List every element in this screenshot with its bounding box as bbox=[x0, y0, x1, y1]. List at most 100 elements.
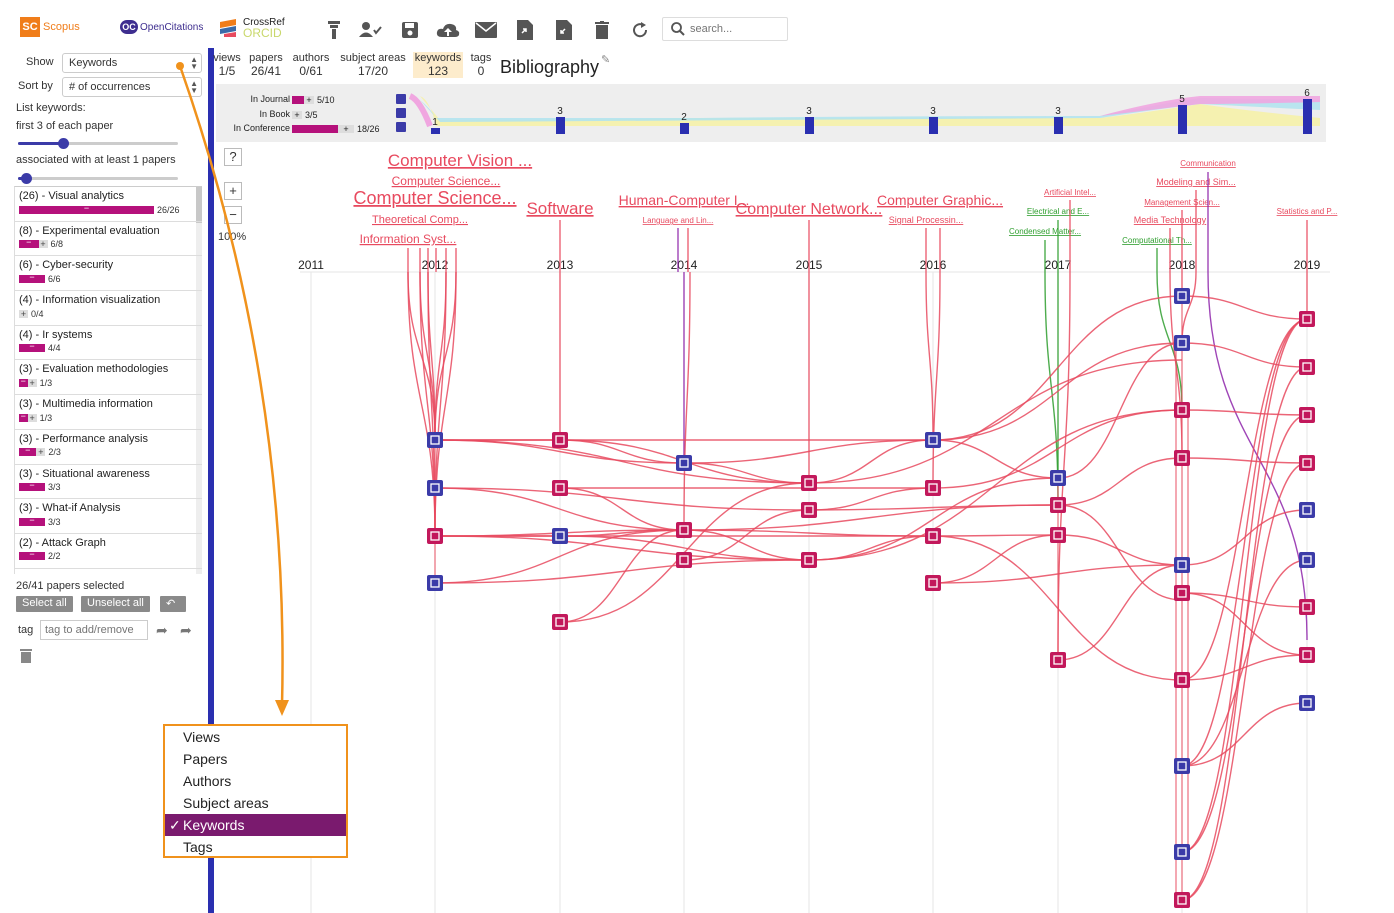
paper-node[interactable] bbox=[1299, 552, 1315, 568]
paper-node[interactable] bbox=[552, 432, 568, 448]
subject-area-label[interactable]: Computer Science... bbox=[353, 188, 516, 208]
dropdown-option-papers[interactable]: Papers bbox=[165, 748, 346, 770]
paper-node[interactable] bbox=[1050, 652, 1066, 668]
paper-node[interactable] bbox=[1299, 359, 1315, 375]
subject-area-label[interactable]: Language and Lin... bbox=[643, 216, 714, 225]
subject-area-label[interactable]: Computer Graphic... bbox=[877, 192, 1003, 208]
citation-link bbox=[932, 534, 1059, 584]
citation-link bbox=[932, 439, 1059, 479]
paper-node[interactable] bbox=[1299, 599, 1315, 615]
citation-link bbox=[683, 509, 810, 561]
citation-link bbox=[808, 487, 934, 511]
pubtype-icon bbox=[396, 122, 406, 132]
paper-node[interactable] bbox=[427, 432, 443, 448]
subject-area-label[interactable]: Signal Processin... bbox=[889, 215, 964, 225]
paper-node[interactable] bbox=[1174, 450, 1190, 466]
year-count-label: 5 bbox=[1179, 94, 1185, 105]
subject-area-label[interactable]: Computer Science... bbox=[392, 174, 501, 188]
year-label: 2014 bbox=[671, 258, 698, 272]
paper-node[interactable] bbox=[1299, 311, 1315, 327]
paper-node[interactable] bbox=[1299, 695, 1315, 711]
subject-area-label[interactable]: Communication bbox=[1180, 159, 1236, 168]
paper-node[interactable] bbox=[1299, 502, 1315, 518]
citation-link bbox=[1181, 319, 1308, 681]
dropdown-option-label: Keywords bbox=[183, 817, 245, 833]
paper-node[interactable] bbox=[1174, 585, 1190, 601]
subject-link bbox=[1181, 271, 1197, 344]
paper-node[interactable] bbox=[1050, 527, 1066, 543]
paper-node[interactable] bbox=[676, 552, 692, 568]
paper-node[interactable] bbox=[427, 528, 443, 544]
subject-area-label[interactable]: Software bbox=[526, 199, 593, 218]
subject-area-label[interactable]: Modeling and Sim... bbox=[1156, 177, 1236, 187]
year-count-bar[interactable] bbox=[680, 123, 689, 134]
citation-link bbox=[808, 409, 1183, 561]
dropdown-option-label: Papers bbox=[183, 751, 228, 767]
paper-node[interactable] bbox=[552, 480, 568, 496]
dropdown-option-label: Authors bbox=[183, 773, 232, 789]
paper-node[interactable] bbox=[801, 475, 817, 491]
citation-link bbox=[1057, 504, 1183, 601]
dropdown-option-authors[interactable]: Authors bbox=[165, 770, 346, 792]
subject-area-label[interactable]: Computational Th... bbox=[1122, 236, 1192, 245]
callout-arrow-start bbox=[176, 62, 184, 70]
subject-area-label[interactable]: Information Syst... bbox=[360, 232, 457, 246]
paper-node[interactable] bbox=[1050, 497, 1066, 513]
paper-node[interactable] bbox=[925, 480, 941, 496]
subject-area-label[interactable]: Human-Computer I... bbox=[619, 192, 750, 208]
paper-node[interactable] bbox=[676, 455, 692, 471]
year-count-label: 3 bbox=[1055, 106, 1061, 117]
paper-node[interactable] bbox=[1174, 335, 1190, 351]
subject-area-label[interactable]: Computer Network... bbox=[736, 201, 883, 218]
paper-node[interactable] bbox=[925, 575, 941, 591]
year-count-label: 2 bbox=[681, 112, 687, 123]
paper-node[interactable] bbox=[801, 552, 817, 568]
subject-link bbox=[683, 271, 691, 531]
year-count-bar[interactable] bbox=[1178, 105, 1187, 134]
dropdown-option-views[interactable]: Views bbox=[165, 726, 346, 748]
paper-node[interactable] bbox=[1174, 402, 1190, 418]
citation-link bbox=[434, 439, 810, 484]
dropdown-option-subject-areas[interactable]: Subject areas bbox=[165, 792, 346, 814]
year-count-label: 3 bbox=[557, 106, 563, 117]
year-count-bar[interactable] bbox=[556, 117, 565, 134]
paper-node[interactable] bbox=[1174, 557, 1190, 573]
citation-link bbox=[1181, 342, 1308, 368]
dropdown-option-tags[interactable]: Tags bbox=[165, 836, 346, 858]
paper-node[interactable] bbox=[552, 528, 568, 544]
paper-node[interactable] bbox=[801, 502, 817, 518]
dropdown-option-label: Subject areas bbox=[183, 795, 269, 811]
year-count-bar[interactable] bbox=[1054, 117, 1063, 134]
citation-link bbox=[1057, 564, 1183, 661]
dropdown-option-keywords[interactable]: ✓ Keywords bbox=[165, 814, 346, 836]
year-label: 2016 bbox=[920, 258, 947, 272]
paper-node[interactable] bbox=[427, 575, 443, 591]
citation-link bbox=[683, 462, 810, 484]
paper-node[interactable] bbox=[1174, 844, 1190, 860]
paper-node[interactable] bbox=[427, 480, 443, 496]
year-count-bar[interactable] bbox=[1303, 99, 1312, 134]
paper-node[interactable] bbox=[1050, 470, 1066, 486]
paper-node[interactable] bbox=[1174, 758, 1190, 774]
paper-node[interactable] bbox=[1299, 455, 1315, 471]
subject-area-label[interactable]: Statistics and P... bbox=[1277, 207, 1338, 216]
subject-area-label[interactable]: Electrical and E... bbox=[1027, 207, 1089, 216]
paper-node[interactable] bbox=[1299, 407, 1315, 423]
paper-node[interactable] bbox=[1174, 672, 1190, 688]
paper-node[interactable] bbox=[1174, 288, 1190, 304]
paper-node[interactable] bbox=[1174, 892, 1190, 908]
subject-area-label[interactable]: Theoretical Comp... bbox=[372, 214, 468, 226]
subject-area-label[interactable]: Computer Vision ... bbox=[388, 151, 532, 170]
paper-node[interactable] bbox=[1299, 647, 1315, 663]
paper-node[interactable] bbox=[552, 614, 568, 630]
year-count-bar[interactable] bbox=[805, 117, 814, 134]
year-count-bar[interactable] bbox=[431, 128, 440, 134]
paper-node[interactable] bbox=[925, 432, 941, 448]
paper-node[interactable] bbox=[676, 522, 692, 538]
checkmark-icon: ✓ bbox=[169, 817, 181, 833]
year-count-bar[interactable] bbox=[929, 117, 938, 134]
pubtype-icon bbox=[396, 108, 406, 118]
subject-area-label[interactable]: Artificial Intel... bbox=[1044, 188, 1096, 197]
citation-link bbox=[1057, 457, 1183, 506]
paper-node[interactable] bbox=[925, 528, 941, 544]
